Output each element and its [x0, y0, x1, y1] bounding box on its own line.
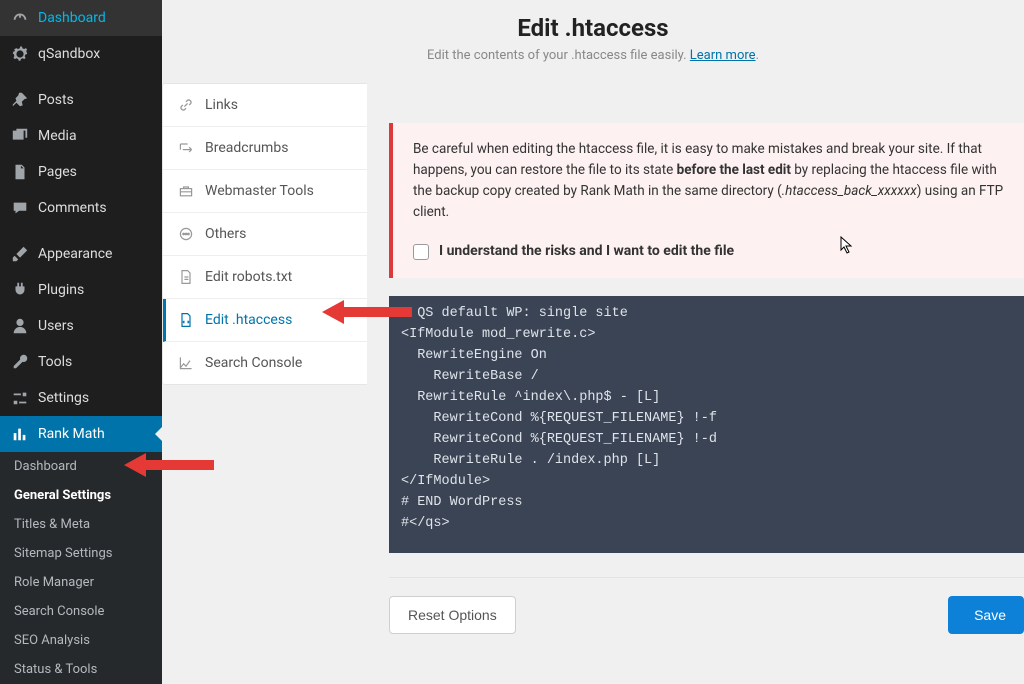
wp-menu-item-label: Rank Math: [38, 426, 105, 442]
tab-webmaster-tools[interactable]: Webmaster Tools: [163, 170, 367, 213]
warning-box: Be careful when editing the htaccess fil…: [389, 123, 1024, 278]
wp-menu-item-label: Settings: [38, 390, 89, 406]
page-icon: [10, 162, 30, 182]
rank-math-submenu: DashboardGeneral SettingsTitles & MetaSi…: [0, 452, 162, 684]
page-title: Edit .htaccess: [182, 14, 1004, 42]
tab-label: Others: [205, 226, 246, 242]
submenu-item-search-console[interactable]: Search Console: [0, 597, 162, 626]
chart-icon: [10, 424, 30, 444]
breadcrumb-icon: [177, 139, 195, 157]
warning-text: Be careful when editing the htaccess fil…: [413, 139, 1004, 223]
page-subtitle: Edit the contents of your .htaccess file…: [182, 48, 1004, 63]
submenu-item-status-tools[interactable]: Status & Tools: [0, 655, 162, 684]
wp-menu-item-posts[interactable]: Posts: [0, 82, 162, 118]
user-icon: [10, 316, 30, 336]
content-area: Edit .htaccess Edit the contents of your…: [162, 0, 1024, 652]
wp-menu-item-label: qSandbox: [38, 46, 100, 62]
wp-menu-item-tools[interactable]: Tools: [0, 344, 162, 380]
wp-menu-item-label: Users: [38, 318, 74, 334]
wp-menu-item-label: Pages: [38, 164, 77, 180]
tab-breadcrumbs[interactable]: Breadcrumbs: [163, 127, 367, 170]
wp-menu-item-label: Plugins: [38, 282, 84, 298]
tab-links[interactable]: Links: [163, 84, 367, 127]
media-icon: [10, 126, 30, 146]
wp-menu-item-pages[interactable]: Pages: [0, 154, 162, 190]
submenu-item-dashboard[interactable]: Dashboard: [0, 452, 162, 481]
reset-options-button[interactable]: Reset Options: [389, 596, 516, 634]
plugin-icon: [10, 280, 30, 300]
htaccess-editor[interactable]: # QS default WP: single site <IfModule m…: [389, 296, 1024, 552]
toolbox-icon: [177, 182, 195, 200]
wp-menu-item-label: Comments: [38, 200, 107, 216]
sliders-icon: [10, 388, 30, 408]
save-button[interactable]: Save: [948, 596, 1024, 634]
tab-label: Breadcrumbs: [205, 140, 288, 156]
submenu-item-seo-analysis[interactable]: SEO Analysis: [0, 626, 162, 655]
wp-menu-item-label: Tools: [38, 354, 72, 370]
wp-menu-item-media[interactable]: Media: [0, 118, 162, 154]
wp-menu-item-label: Media: [38, 128, 77, 144]
tab-edit-htaccess[interactable]: Edit .htaccess: [163, 299, 367, 342]
wp-menu-item-plugins[interactable]: Plugins: [0, 272, 162, 308]
gear-icon: [10, 44, 30, 64]
wp-menu-item-comments[interactable]: Comments: [0, 190, 162, 226]
tab-label: Edit robots.txt: [205, 269, 292, 285]
tab-label: Webmaster Tools: [205, 183, 314, 199]
risk-checkbox[interactable]: [413, 244, 429, 260]
tab-label: Search Console: [205, 355, 302, 371]
wrench-icon: [10, 352, 30, 372]
comment-icon: [10, 198, 30, 218]
page-header: Edit .htaccess Edit the contents of your…: [162, 0, 1024, 83]
wp-menu-item-label: Posts: [38, 92, 74, 108]
main-panel: Be careful when editing the htaccess fil…: [367, 83, 1024, 652]
learn-more-link[interactable]: Learn more: [690, 48, 756, 63]
wp-menu-item-qsandbox[interactable]: qSandbox: [0, 36, 162, 72]
tab-others[interactable]: Others: [163, 213, 367, 256]
submenu-item-titles-meta[interactable]: Titles & Meta: [0, 510, 162, 539]
tab-label: Links: [205, 97, 238, 113]
settings-tabs: Links Breadcrumbs Webmaster Tools Others Edi…: [162, 83, 367, 385]
submenu-item-sitemap-settings[interactable]: Sitemap Settings: [0, 539, 162, 568]
button-bar: Reset Options Save: [389, 577, 1024, 634]
graph-icon: [177, 354, 195, 372]
wp-menu-item-dashboard[interactable]: Dashboard: [0, 0, 162, 36]
wp-admin-sidebar: Dashboard qSandbox Posts Media Pages Comments…: [0, 0, 162, 652]
wp-menu-item-label: Appearance: [38, 246, 112, 262]
filecode-icon: [177, 311, 195, 329]
pushpin-icon: [10, 90, 30, 110]
submenu-item-general-settings[interactable]: General Settings: [0, 481, 162, 510]
tab-edit-robots-txt[interactable]: Edit robots.txt: [163, 256, 367, 299]
dots-icon: [177, 225, 195, 243]
wp-menu-item-settings[interactable]: Settings: [0, 380, 162, 416]
wp-menu-item-rank-math[interactable]: Rank Math: [0, 416, 162, 452]
filedoc-icon: [177, 268, 195, 286]
risk-checkbox-label[interactable]: I understand the risks and I want to edi…: [439, 241, 734, 263]
dashboard-icon: [10, 8, 30, 28]
link-icon: [177, 96, 195, 114]
tab-label: Edit .htaccess: [205, 312, 292, 328]
submenu-item-role-manager[interactable]: Role Manager: [0, 568, 162, 597]
tab-search-console[interactable]: Search Console: [163, 342, 367, 384]
wp-menu-item-appearance[interactable]: Appearance: [0, 236, 162, 272]
wp-menu-item-users[interactable]: Users: [0, 308, 162, 344]
wp-menu-item-label: Dashboard: [38, 10, 106, 26]
brush-icon: [10, 244, 30, 264]
